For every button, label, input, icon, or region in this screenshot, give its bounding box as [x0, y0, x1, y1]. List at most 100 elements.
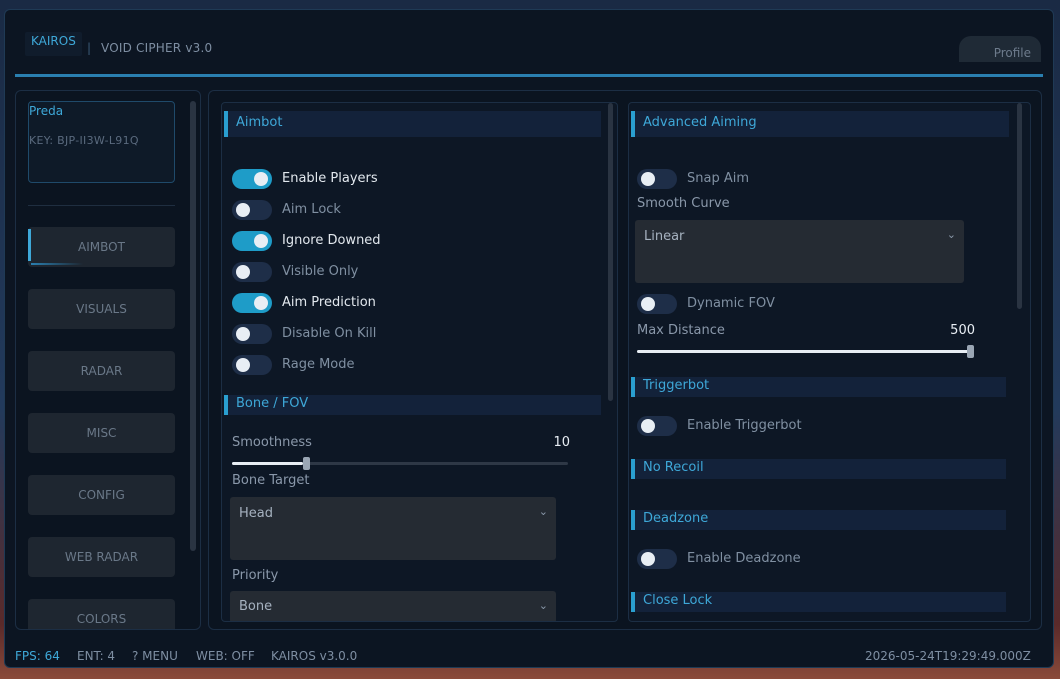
- enable-triggerbot-toggle[interactable]: [637, 416, 677, 436]
- entity-count: ENT: 4: [77, 649, 116, 663]
- smoothness-slider[interactable]: [232, 457, 568, 470]
- priority-value: Bone: [239, 599, 273, 614]
- smooth-curve-value: Linear: [644, 229, 685, 244]
- section-header-triggerbot: Triggerbot: [631, 377, 1006, 397]
- priority-label: Priority: [232, 568, 279, 583]
- ignore-downed-toggle[interactable]: [232, 231, 272, 251]
- bone-target-select[interactable]: Head ⌄: [230, 497, 556, 560]
- toggle-knob: [236, 265, 250, 279]
- toggle-label: Ignore Downed: [282, 233, 381, 248]
- app-subtitle: VOID CIPHER v3.0: [101, 41, 213, 55]
- toggle-label: Enable Players: [282, 171, 378, 186]
- rage-mode-toggle[interactable]: [232, 355, 272, 375]
- nav-item-misc[interactable]: MISC: [28, 413, 175, 453]
- toggle-knob: [641, 297, 655, 311]
- section-header-advanced-aiming: Advanced Aiming: [631, 111, 1009, 137]
- advanced-column-scrollbar[interactable]: [1017, 103, 1022, 309]
- toggle-knob: [236, 358, 250, 372]
- aimbot-column: Aimbot Enable Players Aim Lock Ignore Do…: [221, 102, 618, 622]
- section-header-aimbot: Aimbot: [224, 111, 601, 137]
- menu-hint: ? MENU: [132, 649, 178, 663]
- timestamp: 2026-05-24T19:29:49.000Z: [865, 649, 1031, 663]
- dynamic-fov-toggle[interactable]: [637, 294, 677, 314]
- toggle-label: Dynamic FOV: [687, 296, 775, 311]
- priority-select[interactable]: Bone ⌄: [230, 591, 556, 621]
- nav-active-underline: [31, 263, 83, 265]
- nav-item-radar[interactable]: RADAR: [28, 351, 175, 391]
- nav-item-config[interactable]: CONFIG: [28, 475, 175, 515]
- header-accent-line: [15, 74, 1043, 77]
- toggle-label: Disable On Kill: [282, 326, 377, 341]
- main-panel: Aimbot Enable Players Aim Lock Ignore Do…: [208, 90, 1042, 630]
- chevron-down-icon: ⌄: [538, 599, 548, 612]
- snap-aim-toggle[interactable]: [637, 169, 677, 189]
- toggle-row-disable-on-kill[interactable]: Disable On Kill: [232, 324, 432, 346]
- toggle-row-enable-triggerbot[interactable]: Enable Triggerbot: [637, 416, 857, 438]
- smooth-curve-label: Smooth Curve: [637, 196, 730, 211]
- version-label: KAIROS v3.0.0: [271, 649, 358, 663]
- user-card: Preda KEY: BJP-II3W-L91Q: [28, 101, 175, 183]
- aimbot-column-scrollbar[interactable]: [608, 103, 613, 401]
- toggle-knob: [641, 552, 655, 566]
- profile-button[interactable]: Profile: [959, 36, 1041, 62]
- visible-only-toggle[interactable]: [232, 262, 272, 282]
- nav-item-aimbot[interactable]: AIMBOT: [28, 227, 175, 267]
- toggle-label: Enable Triggerbot: [687, 418, 802, 433]
- advanced-column: Advanced Aiming Snap Aim Smooth Curve Li…: [628, 102, 1031, 622]
- max-distance-slider[interactable]: [637, 345, 974, 358]
- sidebar-divider: [28, 205, 175, 206]
- brand-logo: KAIROS: [25, 32, 82, 56]
- toggle-row-dynamic-fov[interactable]: Dynamic FOV: [637, 294, 837, 316]
- toggle-label: Enable Deadzone: [687, 551, 801, 566]
- nav-item-web-radar[interactable]: WEB RADAR: [28, 537, 175, 577]
- toggle-row-snap-aim[interactable]: Snap Aim: [637, 169, 837, 191]
- app-window: KAIROS | VOID CIPHER v3.0 Profile Preda …: [4, 9, 1054, 668]
- sidebar: Preda KEY: BJP-II3W-L91Q AIMBOT VISUALS …: [15, 90, 201, 630]
- smoothness-label: Smoothness: [232, 435, 312, 450]
- toggle-label: Aim Lock: [282, 202, 341, 217]
- nav-active-indicator: [28, 229, 31, 261]
- web-status: WEB: OFF: [196, 649, 255, 663]
- slider-thumb[interactable]: [303, 457, 310, 470]
- toggle-label: Aim Prediction: [282, 295, 376, 310]
- section-header-close-lock: Close Lock: [631, 592, 1006, 612]
- toggle-row-aim-lock[interactable]: Aim Lock: [232, 200, 432, 222]
- nav-item-visuals[interactable]: VISUALS: [28, 289, 175, 329]
- aim-lock-toggle[interactable]: [232, 200, 272, 220]
- section-header-no-recoil: No Recoil: [631, 459, 1006, 479]
- slider-fill: [232, 462, 303, 465]
- toggle-knob: [254, 234, 268, 248]
- license-key: KEY: BJP-II3W-L91Q: [29, 134, 139, 147]
- sidebar-scrollbar[interactable]: [190, 101, 196, 551]
- enable-deadzone-toggle[interactable]: [637, 549, 677, 569]
- status-bar: FPS: 64 ENT: 4 ? MENU WEB: OFF KAIROS v3…: [5, 642, 1053, 668]
- nav-item-colors[interactable]: COLORS: [28, 599, 175, 629]
- toggle-row-rage-mode[interactable]: Rage Mode: [232, 355, 432, 377]
- toggle-knob: [641, 172, 655, 186]
- slider-fill: [637, 350, 974, 353]
- section-header-bone-fov: Bone / FOV: [224, 395, 601, 415]
- toggle-knob: [254, 296, 268, 310]
- aim-prediction-toggle[interactable]: [232, 293, 272, 313]
- toggle-label: Visible Only: [282, 264, 359, 279]
- toggle-row-aim-prediction[interactable]: Aim Prediction: [232, 293, 432, 315]
- slider-thumb[interactable]: [967, 345, 974, 358]
- disable-on-kill-toggle[interactable]: [232, 324, 272, 344]
- toggle-row-enable-players[interactable]: Enable Players: [232, 169, 432, 191]
- enable-players-toggle[interactable]: [232, 169, 272, 189]
- smoothness-value: 10: [553, 435, 570, 450]
- bone-target-label: Bone Target: [232, 473, 310, 488]
- user-name: Preda: [29, 104, 64, 118]
- bone-target-value: Head: [239, 506, 273, 521]
- smooth-curve-select[interactable]: Linear ⌄: [635, 220, 964, 283]
- chevron-down-icon: ⌄: [946, 228, 956, 241]
- fps-counter: FPS: 64: [15, 649, 60, 663]
- toggle-row-ignore-downed[interactable]: Ignore Downed: [232, 231, 432, 253]
- toggle-label: Snap Aim: [687, 171, 750, 186]
- toggle-knob: [254, 172, 268, 186]
- toggle-row-enable-deadzone[interactable]: Enable Deadzone: [637, 549, 857, 571]
- title-bar: KAIROS | VOID CIPHER v3.0 Profile: [5, 10, 1053, 76]
- section-header-deadzone: Deadzone: [631, 510, 1006, 530]
- toggle-row-visible-only[interactable]: Visible Only: [232, 262, 432, 284]
- title-separator: |: [87, 41, 92, 55]
